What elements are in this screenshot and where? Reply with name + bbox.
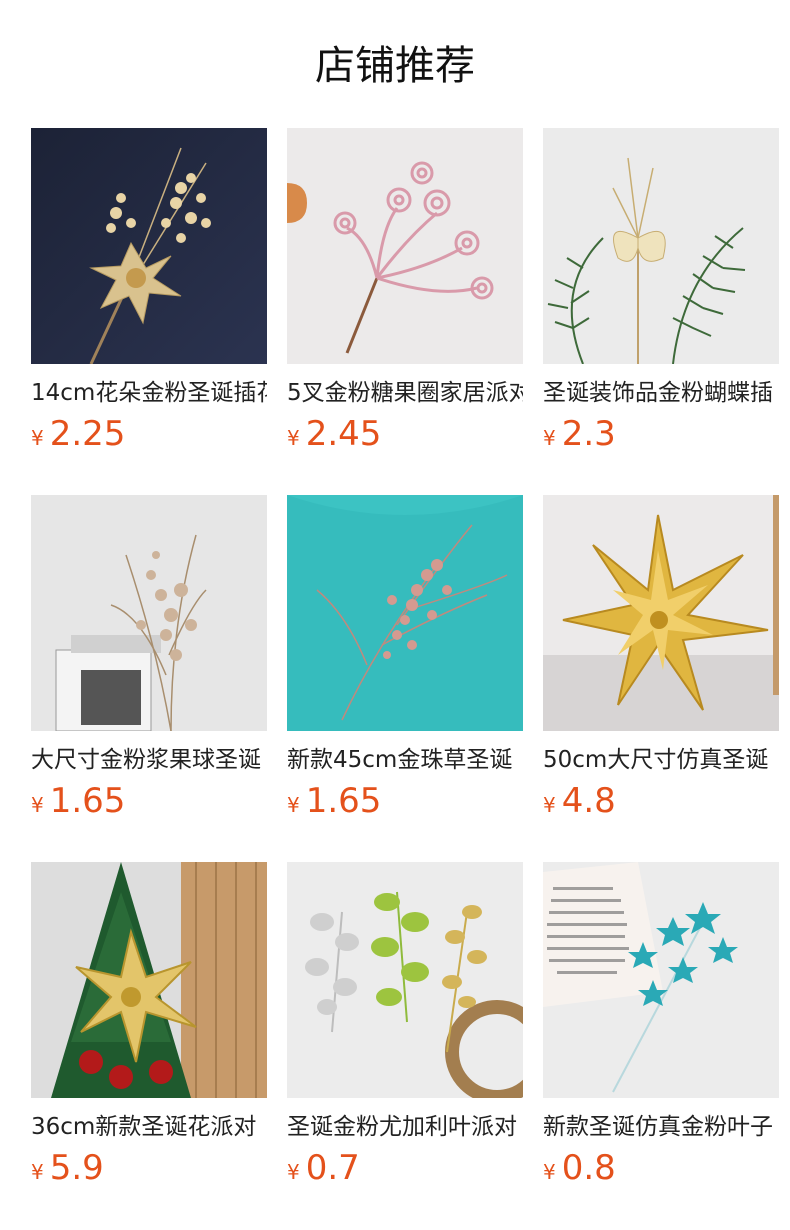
- product-image-gold-flower-tree[interactable]: [31, 862, 267, 1098]
- product-name[interactable]: 新款45cm金珠草圣诞: [287, 745, 523, 775]
- product-card[interactable]: 14cm花朵金粉圣诞插花 ¥2.25: [31, 128, 267, 460]
- product-card[interactable]: 5叉金粉糖果圈家居派对 ¥2.45: [287, 128, 523, 460]
- currency-symbol: ¥: [31, 793, 44, 817]
- price-value: 0.7: [305, 1148, 360, 1188]
- price-value: 2.45: [305, 414, 382, 454]
- product-price: ¥2.3: [543, 414, 779, 460]
- product-name[interactable]: 圣诞装饰品金粉蝴蝶插: [543, 378, 779, 408]
- currency-symbol: ¥: [287, 793, 300, 817]
- price-value: 2.25: [49, 414, 126, 454]
- product-image-glitter-eucalyptus[interactable]: [287, 862, 523, 1098]
- section-title: 店铺推荐: [315, 43, 475, 89]
- price-value: 1.65: [305, 781, 382, 821]
- product-price: ¥1.65: [287, 781, 523, 827]
- product-name[interactable]: 5叉金粉糖果圈家居派对: [287, 378, 523, 408]
- currency-symbol: ¥: [543, 793, 556, 817]
- product-image-large-gold-poinsettia[interactable]: [543, 495, 779, 731]
- product-card[interactable]: 圣诞装饰品金粉蝴蝶插 ¥2.3: [543, 128, 779, 460]
- price-value: 5.9: [49, 1148, 104, 1188]
- currency-symbol: ¥: [31, 1160, 44, 1184]
- currency-symbol: ¥: [543, 1160, 556, 1184]
- product-name[interactable]: 大尺寸金粉浆果球圣诞: [31, 745, 267, 775]
- product-price: ¥0.7: [287, 1148, 523, 1194]
- product-image-rose-gold-berry-spray[interactable]: [287, 495, 523, 731]
- product-name[interactable]: 圣诞金粉尤加利叶派对: [287, 1112, 523, 1142]
- product-name[interactable]: 36cm新款圣诞花派对: [31, 1112, 267, 1142]
- product-image-teal-star-spray[interactable]: [543, 862, 779, 1098]
- price-value: 1.65: [49, 781, 126, 821]
- product-name[interactable]: 14cm花朵金粉圣诞插花: [31, 378, 267, 408]
- product-price: ¥2.45: [287, 414, 523, 460]
- price-value: 0.8: [561, 1148, 616, 1188]
- currency-symbol: ¥: [31, 426, 44, 450]
- product-image-champagne-berry-branch[interactable]: [31, 495, 267, 731]
- product-price: ¥2.25: [31, 414, 267, 460]
- product-price: ¥4.8: [543, 781, 779, 827]
- product-price: ¥1.65: [31, 781, 267, 827]
- currency-symbol: ¥: [287, 426, 300, 450]
- product-name[interactable]: 50cm大尺寸仿真圣诞: [543, 745, 779, 775]
- product-card[interactable]: 新款45cm金珠草圣诞 ¥1.65: [287, 495, 523, 827]
- price-value: 4.8: [561, 781, 616, 821]
- product-image-gold-poinsettia-pick[interactable]: [31, 128, 267, 364]
- product-card[interactable]: 大尺寸金粉浆果球圣诞 ¥1.65: [31, 495, 267, 827]
- product-card[interactable]: 36cm新款圣诞花派对 ¥5.9: [31, 862, 267, 1194]
- product-price: ¥0.8: [543, 1148, 779, 1194]
- price-value: 2.3: [561, 414, 616, 454]
- product-card[interactable]: 圣诞金粉尤加利叶派对 ¥0.7: [287, 862, 523, 1194]
- product-card[interactable]: 新款圣诞仿真金粉叶子 ¥0.8: [543, 862, 779, 1194]
- currency-symbol: ¥: [287, 1160, 300, 1184]
- product-name[interactable]: 新款圣诞仿真金粉叶子: [543, 1112, 779, 1142]
- currency-symbol: ¥: [543, 426, 556, 450]
- product-price: ¥5.9: [31, 1148, 267, 1194]
- product-image-pink-swirl-spray[interactable]: [287, 128, 523, 364]
- product-card[interactable]: 50cm大尺寸仿真圣诞 ¥4.8: [543, 495, 779, 827]
- product-image-gold-butterfly-wreath[interactable]: [543, 128, 779, 364]
